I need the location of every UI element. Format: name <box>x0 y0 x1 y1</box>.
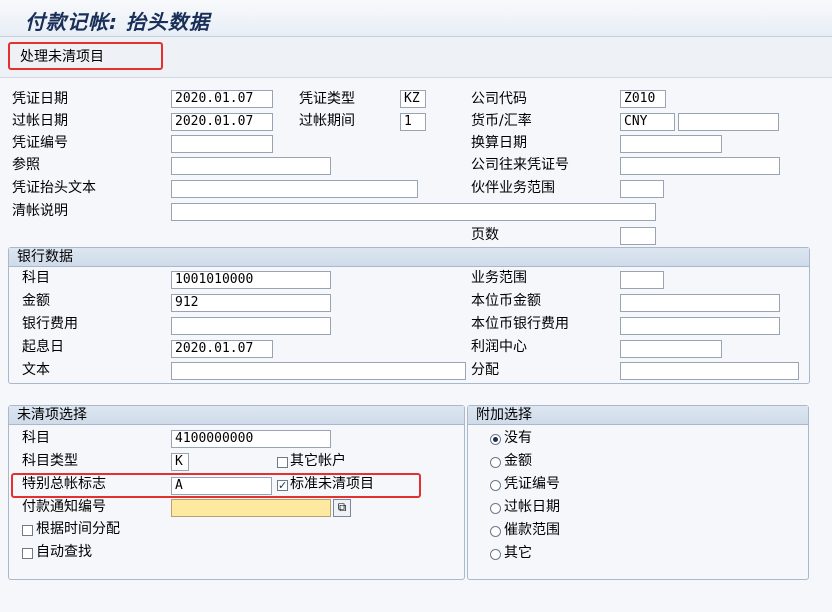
radio-option-3[interactable] <box>490 503 501 514</box>
amount-field[interactable]: 912 <box>171 294 331 312</box>
payment-advice-field[interactable] <box>171 499 331 517</box>
bank-text-field[interactable] <box>171 362 466 380</box>
partner-ba-field[interactable] <box>620 180 664 198</box>
business-area-field[interactable] <box>620 271 664 289</box>
intercompany-field[interactable] <box>620 157 780 175</box>
bank-charges-field[interactable] <box>171 317 331 335</box>
standard-open-items-checkbox[interactable]: ✓ <box>277 480 288 491</box>
local-bank-charges-field[interactable] <box>620 317 780 335</box>
oi-account-field[interactable]: 4100000000 <box>171 430 331 448</box>
translation-date-label: 换算日期 <box>471 135 527 151</box>
bank-account-field[interactable]: 1001010000 <box>171 271 331 289</box>
account-type-label: 科目类型 <box>22 453 78 469</box>
reference-label: 参照 <box>12 157 40 173</box>
radio-option-0[interactable] <box>490 434 501 445</box>
distribute-by-age-checkbox[interactable] <box>22 525 33 536</box>
radio-option-1[interactable] <box>490 457 501 468</box>
profit-center-label: 利润中心 <box>471 339 527 355</box>
page-field[interactable] <box>620 227 656 245</box>
doc-date-field[interactable]: 2020.01.07 <box>171 90 273 108</box>
header-text-label: 凭证抬头文本 <box>12 180 96 196</box>
radio-option-4[interactable] <box>490 526 501 537</box>
posting-date-label: 过帐日期 <box>12 113 68 129</box>
company-code-field[interactable]: Z010 <box>620 90 666 108</box>
open-item-selection-header: 未清项选择 <box>9 406 464 425</box>
oi-account-label: 科目 <box>22 430 50 446</box>
doc-date-label: 凭证日期 <box>12 91 68 107</box>
period-label: 过帐期间 <box>299 113 355 129</box>
currency-field[interactable]: CNY <box>620 113 675 131</box>
doc-type-field[interactable]: KZ <box>400 90 426 108</box>
partner-ba-label: 伙伴业务范围 <box>471 180 555 196</box>
other-accounts-label: 其它帐户 <box>290 453 346 469</box>
page-title: 付款记帐: 抬头数据 <box>25 10 210 34</box>
account-type-field[interactable]: K <box>171 453 189 471</box>
assignment-field[interactable] <box>620 362 799 380</box>
value-date-label: 起息日 <box>22 339 64 355</box>
distribute-by-age-label: 根据时间分配 <box>36 521 120 537</box>
clearing-text-field[interactable] <box>171 203 656 221</box>
posting-date-field[interactable]: 2020.01.07 <box>171 113 273 131</box>
local-amount-label: 本位币金额 <box>471 293 541 309</box>
local-amount-field[interactable] <box>620 294 780 312</box>
currency-label: 货币/汇率 <box>471 113 532 129</box>
assignment-label: 分配 <box>471 362 499 378</box>
standard-open-items-label: 标准未清项目 <box>290 476 374 492</box>
radio-option-label: 凭证编号 <box>504 476 560 492</box>
radio-option-label: 金额 <box>504 453 532 469</box>
process-open-items-button[interactable]: 处理未清项目 <box>8 42 163 70</box>
radio-option-label: 其它 <box>504 545 532 561</box>
doc-number-label: 凭证编号 <box>12 135 68 151</box>
clearing-text-label: 清帐说明 <box>12 203 68 219</box>
bank-charges-label: 银行费用 <box>22 316 78 332</box>
radio-option-2[interactable] <box>490 480 501 491</box>
additional-selection-header: 附加选择 <box>468 406 808 425</box>
exchange-rate-field[interactable] <box>678 113 779 131</box>
reference-field[interactable] <box>171 157 331 175</box>
doc-number-field[interactable] <box>171 135 273 153</box>
intercompany-label: 公司往来凭证号 <box>471 157 569 173</box>
value-date-field[interactable]: 2020.01.07 <box>171 340 273 358</box>
auto-search-label: 自动查找 <box>36 544 92 560</box>
doc-type-label: 凭证类型 <box>299 91 355 107</box>
bank-data-header: 银行数据 <box>9 248 809 267</box>
business-area-label: 业务范围 <box>471 270 527 286</box>
company-code-label: 公司代码 <box>471 91 527 107</box>
other-accounts-checkbox[interactable] <box>277 457 288 468</box>
period-field[interactable]: 1 <box>400 113 426 131</box>
profit-center-field[interactable] <box>620 340 722 358</box>
radio-option-label: 没有 <box>504 430 532 446</box>
special-gl-label: 特别总帐标志 <box>22 476 106 492</box>
local-bank-charges-label: 本位币银行费用 <box>471 316 569 332</box>
special-gl-field[interactable]: A <box>171 477 272 495</box>
page-label: 页数 <box>471 227 499 243</box>
payment-advice-label: 付款通知编号 <box>22 499 106 515</box>
radio-option-label: 过帐日期 <box>504 499 560 515</box>
multiple-selection-icon[interactable]: ⧉ <box>333 499 351 517</box>
radio-option-label: 催款范围 <box>504 522 560 538</box>
auto-search-checkbox[interactable] <box>22 548 33 559</box>
translation-date-field[interactable] <box>620 135 722 153</box>
header-text-field[interactable] <box>171 180 418 198</box>
radio-option-5[interactable] <box>490 549 501 560</box>
bank-account-label: 科目 <box>22 270 50 286</box>
amount-label: 金额 <box>22 293 50 309</box>
bank-text-label: 文本 <box>22 362 50 378</box>
